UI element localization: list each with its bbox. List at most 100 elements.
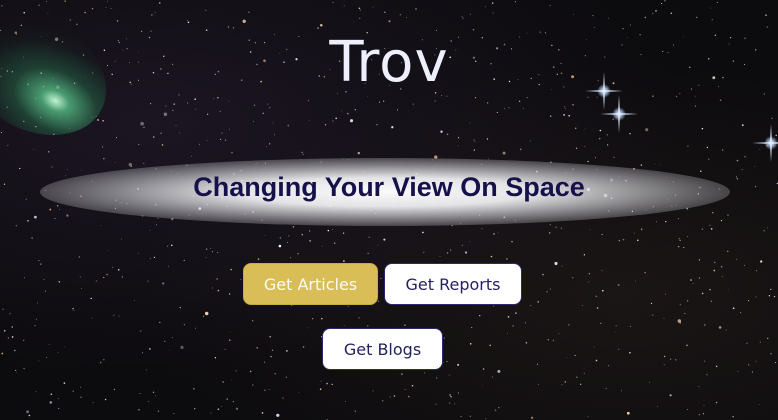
star <box>222 381 224 383</box>
star <box>354 410 356 412</box>
star <box>163 112 168 116</box>
star <box>596 96 598 98</box>
star <box>579 383 582 385</box>
star <box>367 252 369 255</box>
star <box>599 129 602 132</box>
star <box>229 331 231 333</box>
star <box>561 265 563 267</box>
star <box>701 127 704 130</box>
star <box>224 348 226 350</box>
star <box>35 318 37 320</box>
star <box>575 147 578 149</box>
star <box>675 95 678 98</box>
star <box>69 19 71 21</box>
star <box>737 371 739 372</box>
star <box>469 343 472 345</box>
star <box>550 115 552 117</box>
star <box>664 0 666 2</box>
star <box>715 365 718 368</box>
star <box>117 268 120 271</box>
star <box>564 106 566 108</box>
star <box>665 220 667 223</box>
star <box>633 232 635 234</box>
star <box>602 289 604 292</box>
star <box>43 278 45 280</box>
get-articles-button[interactable]: Get Articles <box>243 263 378 305</box>
star <box>183 324 186 326</box>
star <box>359 17 361 19</box>
get-blogs-button[interactable]: Get Blogs <box>322 328 443 370</box>
star <box>461 244 463 246</box>
star <box>698 259 701 261</box>
star <box>434 100 436 102</box>
star <box>291 304 293 307</box>
star <box>38 360 40 362</box>
star <box>66 214 69 217</box>
star <box>440 130 443 133</box>
star <box>191 155 193 157</box>
star <box>736 159 739 162</box>
star <box>608 365 609 367</box>
star <box>593 346 595 348</box>
star <box>474 96 477 99</box>
star <box>526 96 528 99</box>
star <box>613 156 615 159</box>
star <box>317 27 319 29</box>
star <box>525 322 527 324</box>
star <box>677 218 679 220</box>
star <box>626 411 630 415</box>
star <box>118 315 120 317</box>
star <box>552 339 555 342</box>
star <box>710 7 712 9</box>
star <box>670 12 673 15</box>
star <box>179 307 181 309</box>
star <box>113 314 115 316</box>
star <box>156 224 157 226</box>
star <box>537 301 540 303</box>
star <box>555 226 557 229</box>
star <box>755 269 758 272</box>
star <box>708 158 710 161</box>
star <box>34 325 36 327</box>
star <box>747 300 750 302</box>
star <box>687 145 689 147</box>
star <box>116 137 117 139</box>
star <box>490 255 493 258</box>
star <box>520 148 522 150</box>
star <box>240 278 242 280</box>
star <box>341 110 343 112</box>
star <box>462 17 464 19</box>
star <box>380 277 382 280</box>
star <box>7 144 9 146</box>
star <box>740 312 742 314</box>
star <box>443 337 445 339</box>
star <box>548 232 551 234</box>
star <box>655 10 657 12</box>
star <box>640 228 643 231</box>
star <box>172 109 174 112</box>
star <box>268 388 270 390</box>
star <box>64 346 65 348</box>
star <box>514 1 516 3</box>
star <box>253 104 256 107</box>
star <box>194 98 197 101</box>
get-reports-button[interactable]: Get Reports <box>384 263 522 305</box>
star <box>152 391 155 394</box>
star <box>568 324 570 326</box>
star <box>228 100 230 102</box>
star <box>219 110 221 112</box>
star <box>515 312 517 314</box>
star <box>108 249 109 251</box>
star <box>219 138 222 141</box>
star <box>160 132 162 134</box>
star <box>690 279 692 281</box>
star <box>252 384 254 386</box>
star <box>152 136 155 138</box>
star <box>719 99 722 101</box>
star <box>574 354 576 357</box>
star <box>195 108 197 110</box>
star <box>694 105 697 107</box>
star <box>703 405 705 406</box>
star <box>652 13 654 15</box>
star <box>595 359 598 362</box>
